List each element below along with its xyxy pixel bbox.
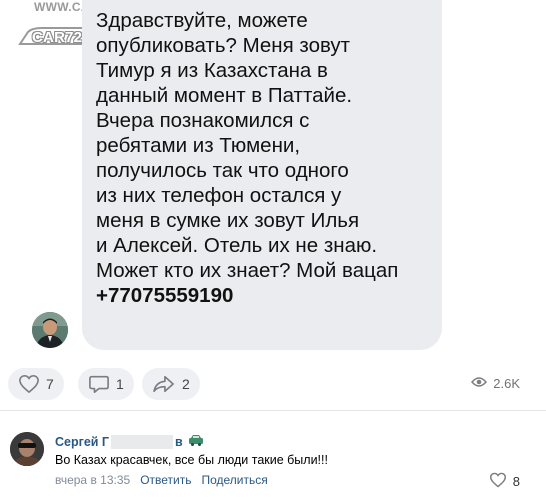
- share-button[interactable]: 2: [142, 368, 200, 400]
- comment-text: Во Казах красавчек, все бы люди такие бы…: [55, 453, 328, 467]
- message-line: ребятами из Тюмени,: [96, 134, 301, 157]
- message-line: данный момент в Паттайе.: [96, 84, 353, 107]
- commenter-name-first: Сергей Г: [55, 434, 110, 449]
- share-icon: [152, 374, 176, 394]
- message-line: опубликовать? Меня зовут: [96, 34, 351, 57]
- comment-icon: [88, 374, 110, 394]
- commenter-name[interactable]: Сергей Г в: [55, 434, 204, 449]
- message-text: Здравствуйте, можете опубликовать? Меня …: [96, 8, 436, 308]
- commenter-avatar[interactable]: [10, 432, 44, 466]
- car-icon: [188, 434, 204, 449]
- comment-time[interactable]: вчера в 13:35: [55, 473, 130, 487]
- comment-like-button[interactable]: 8: [489, 472, 520, 491]
- message-line: и Алексей. Отель их не знаю.: [96, 234, 378, 257]
- message-line: из них телефон остался у: [96, 184, 342, 207]
- post-actions: 7 1 2 2.6K: [0, 364, 546, 404]
- message-line: Тимур я из Казахстана в: [96, 59, 328, 82]
- like-button[interactable]: 7: [8, 368, 64, 400]
- message-line: получилось так что одного: [96, 159, 349, 182]
- comment-count: 1: [116, 376, 124, 392]
- comment-button[interactable]: 1: [78, 368, 134, 400]
- eye-icon: [471, 376, 488, 391]
- message-line: Здравствуйте, можете: [96, 9, 308, 32]
- redacted-name: [111, 434, 174, 449]
- reply-link[interactable]: Ответить: [140, 473, 191, 487]
- share-count: 2: [182, 376, 190, 392]
- message-line: Вчера познакомился с: [96, 109, 310, 132]
- commenter-name-tail: в: [175, 434, 183, 449]
- like-count: 7: [46, 376, 54, 392]
- comment-like-count: 8: [512, 474, 520, 489]
- message-bubble: Здравствуйте, можете опубликовать? Меня …: [82, 0, 442, 350]
- message-line: Может кто их знает? Мой вацап: [96, 259, 399, 282]
- divider: [0, 410, 546, 411]
- heart-icon: [489, 472, 507, 491]
- view-count: 2.6K: [493, 376, 520, 391]
- heart-icon: [18, 374, 40, 394]
- comment-meta: вчера в 13:35 Ответить Поделиться: [55, 473, 268, 487]
- sender-avatar[interactable]: [32, 312, 68, 348]
- comment: Сергей Г в Во Казах красавчек, все бы лю…: [0, 420, 546, 504]
- share-link[interactable]: Поделиться: [201, 473, 267, 487]
- phone-number: +77075559190: [96, 284, 234, 307]
- view-counter: 2.6K: [471, 376, 520, 391]
- message-line: меня в сумке их зовут Илья: [96, 209, 360, 232]
